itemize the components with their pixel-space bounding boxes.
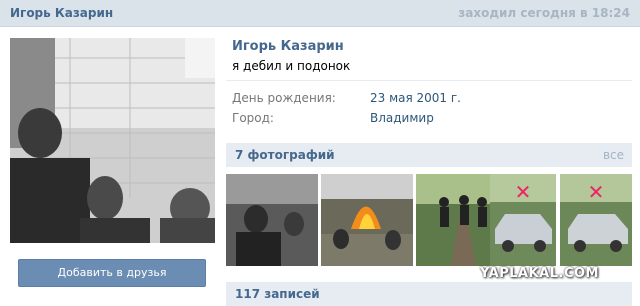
last-seen-status: заходил сегодня в 18:24	[458, 6, 630, 20]
photos-count-title[interactable]: 7 фотографий	[235, 148, 335, 162]
birthday-label: День рождения:	[232, 91, 336, 105]
profile-avatar[interactable]	[10, 38, 215, 243]
photo-thumbnail-4[interactable]: ✕	[490, 174, 556, 266]
add-friend-button[interactable]: Добавить в друзья	[18, 259, 206, 287]
profile-status-text[interactable]: я дебил и подонок	[232, 59, 350, 73]
photos-all-link[interactable]: все	[603, 148, 624, 162]
header-user-name[interactable]: Игорь Казарин	[10, 6, 113, 20]
photo-thumbnail-5[interactable]: ✕	[560, 174, 632, 266]
svg-text:✕: ✕	[588, 180, 605, 204]
photo-group-selfie-icon	[226, 174, 318, 266]
photo-car-2-icon: ✕	[560, 174, 632, 266]
photo-thumbnail-1[interactable]	[226, 174, 318, 266]
photos-section-header[interactable]: 7 фотографий все	[226, 143, 632, 167]
posts-count-title[interactable]: 117 записей	[235, 287, 320, 301]
top-header-bar: Игорь Казарин заходил сегодня в 18:24	[0, 0, 640, 27]
svg-text:✕: ✕	[515, 180, 532, 204]
watermark: YAPLAKAL.COM	[480, 266, 599, 281]
birthday-value[interactable]: 23 мая 2001 г.	[370, 91, 461, 105]
photo-fire-icon	[321, 174, 413, 266]
city-value[interactable]: Владимир	[370, 111, 434, 125]
posts-section-header[interactable]: 117 записей	[226, 282, 632, 306]
photo-car-icon: ✕	[490, 174, 556, 266]
profile-name: Игорь Казарин	[232, 39, 344, 54]
divider	[226, 80, 632, 81]
avatar-photo	[10, 38, 215, 243]
city-label: Город:	[232, 111, 274, 125]
photo-thumbnail-2[interactable]	[321, 174, 413, 266]
